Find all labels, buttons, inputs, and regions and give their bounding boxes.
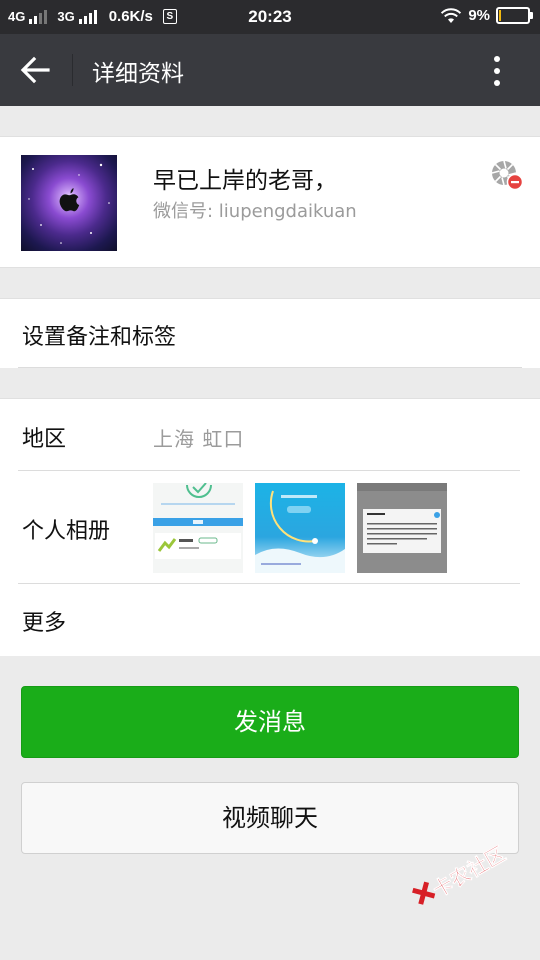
more-vertical-icon bbox=[494, 56, 500, 62]
watermark-text: 卡农社区 bbox=[428, 841, 510, 903]
app-bar-divider bbox=[72, 54, 73, 86]
album-photo bbox=[153, 483, 243, 559]
remark-label: 设置备注和标签 bbox=[22, 325, 177, 350]
status-bar: 4G 3G 0.6K/s S 20:23 9% bbox=[0, 0, 540, 34]
region-value: 上海 虹口 bbox=[153, 427, 245, 451]
album-photo bbox=[255, 490, 345, 573]
divider bbox=[18, 583, 520, 584]
apple-logo-icon bbox=[59, 188, 80, 212]
wifi-icon bbox=[441, 8, 462, 23]
album-thumbnail[interactable] bbox=[255, 483, 345, 573]
status-right: 9% bbox=[440, 7, 533, 24]
send-message-button[interactable]: 发消息 bbox=[21, 686, 519, 758]
do-not-share-moments-icon[interactable] bbox=[490, 159, 524, 191]
album-label: 个人相册 bbox=[22, 519, 111, 544]
wechat-id: liupengdaikuan bbox=[218, 201, 357, 222]
set-remark-and-tags-row[interactable]: 设置备注和标签 bbox=[0, 298, 540, 368]
album-thumbnail[interactable] bbox=[153, 483, 243, 573]
back-button[interactable] bbox=[16, 52, 56, 88]
divider bbox=[18, 367, 522, 368]
nickname: 早已上岸的老哥， bbox=[153, 168, 337, 194]
album-thumbnail[interactable] bbox=[357, 483, 447, 573]
wechat-id-row: 微信号: liupengdaikuan bbox=[153, 197, 357, 223]
more-label: 更多 bbox=[22, 611, 67, 636]
more-options-button[interactable] bbox=[482, 54, 512, 88]
more-row[interactable]: 更多 bbox=[0, 585, 540, 655]
info-group: 地区 上海 虹口 个人相册 更多 bbox=[0, 398, 540, 656]
page-title: 详细资料 bbox=[92, 61, 184, 87]
app-bar: 详细资料 bbox=[0, 34, 540, 106]
region-label: 地区 bbox=[22, 427, 67, 452]
avatar[interactable] bbox=[21, 155, 117, 251]
battery-percent: 9% bbox=[468, 7, 490, 24]
profile-card: 早已上岸的老哥， 微信号: liupengdaikuan bbox=[0, 136, 540, 268]
album-photo bbox=[357, 483, 447, 553]
battery-icon bbox=[496, 7, 533, 24]
arrow-left-icon bbox=[20, 56, 50, 84]
wechat-id-label: 微信号: bbox=[153, 201, 219, 222]
